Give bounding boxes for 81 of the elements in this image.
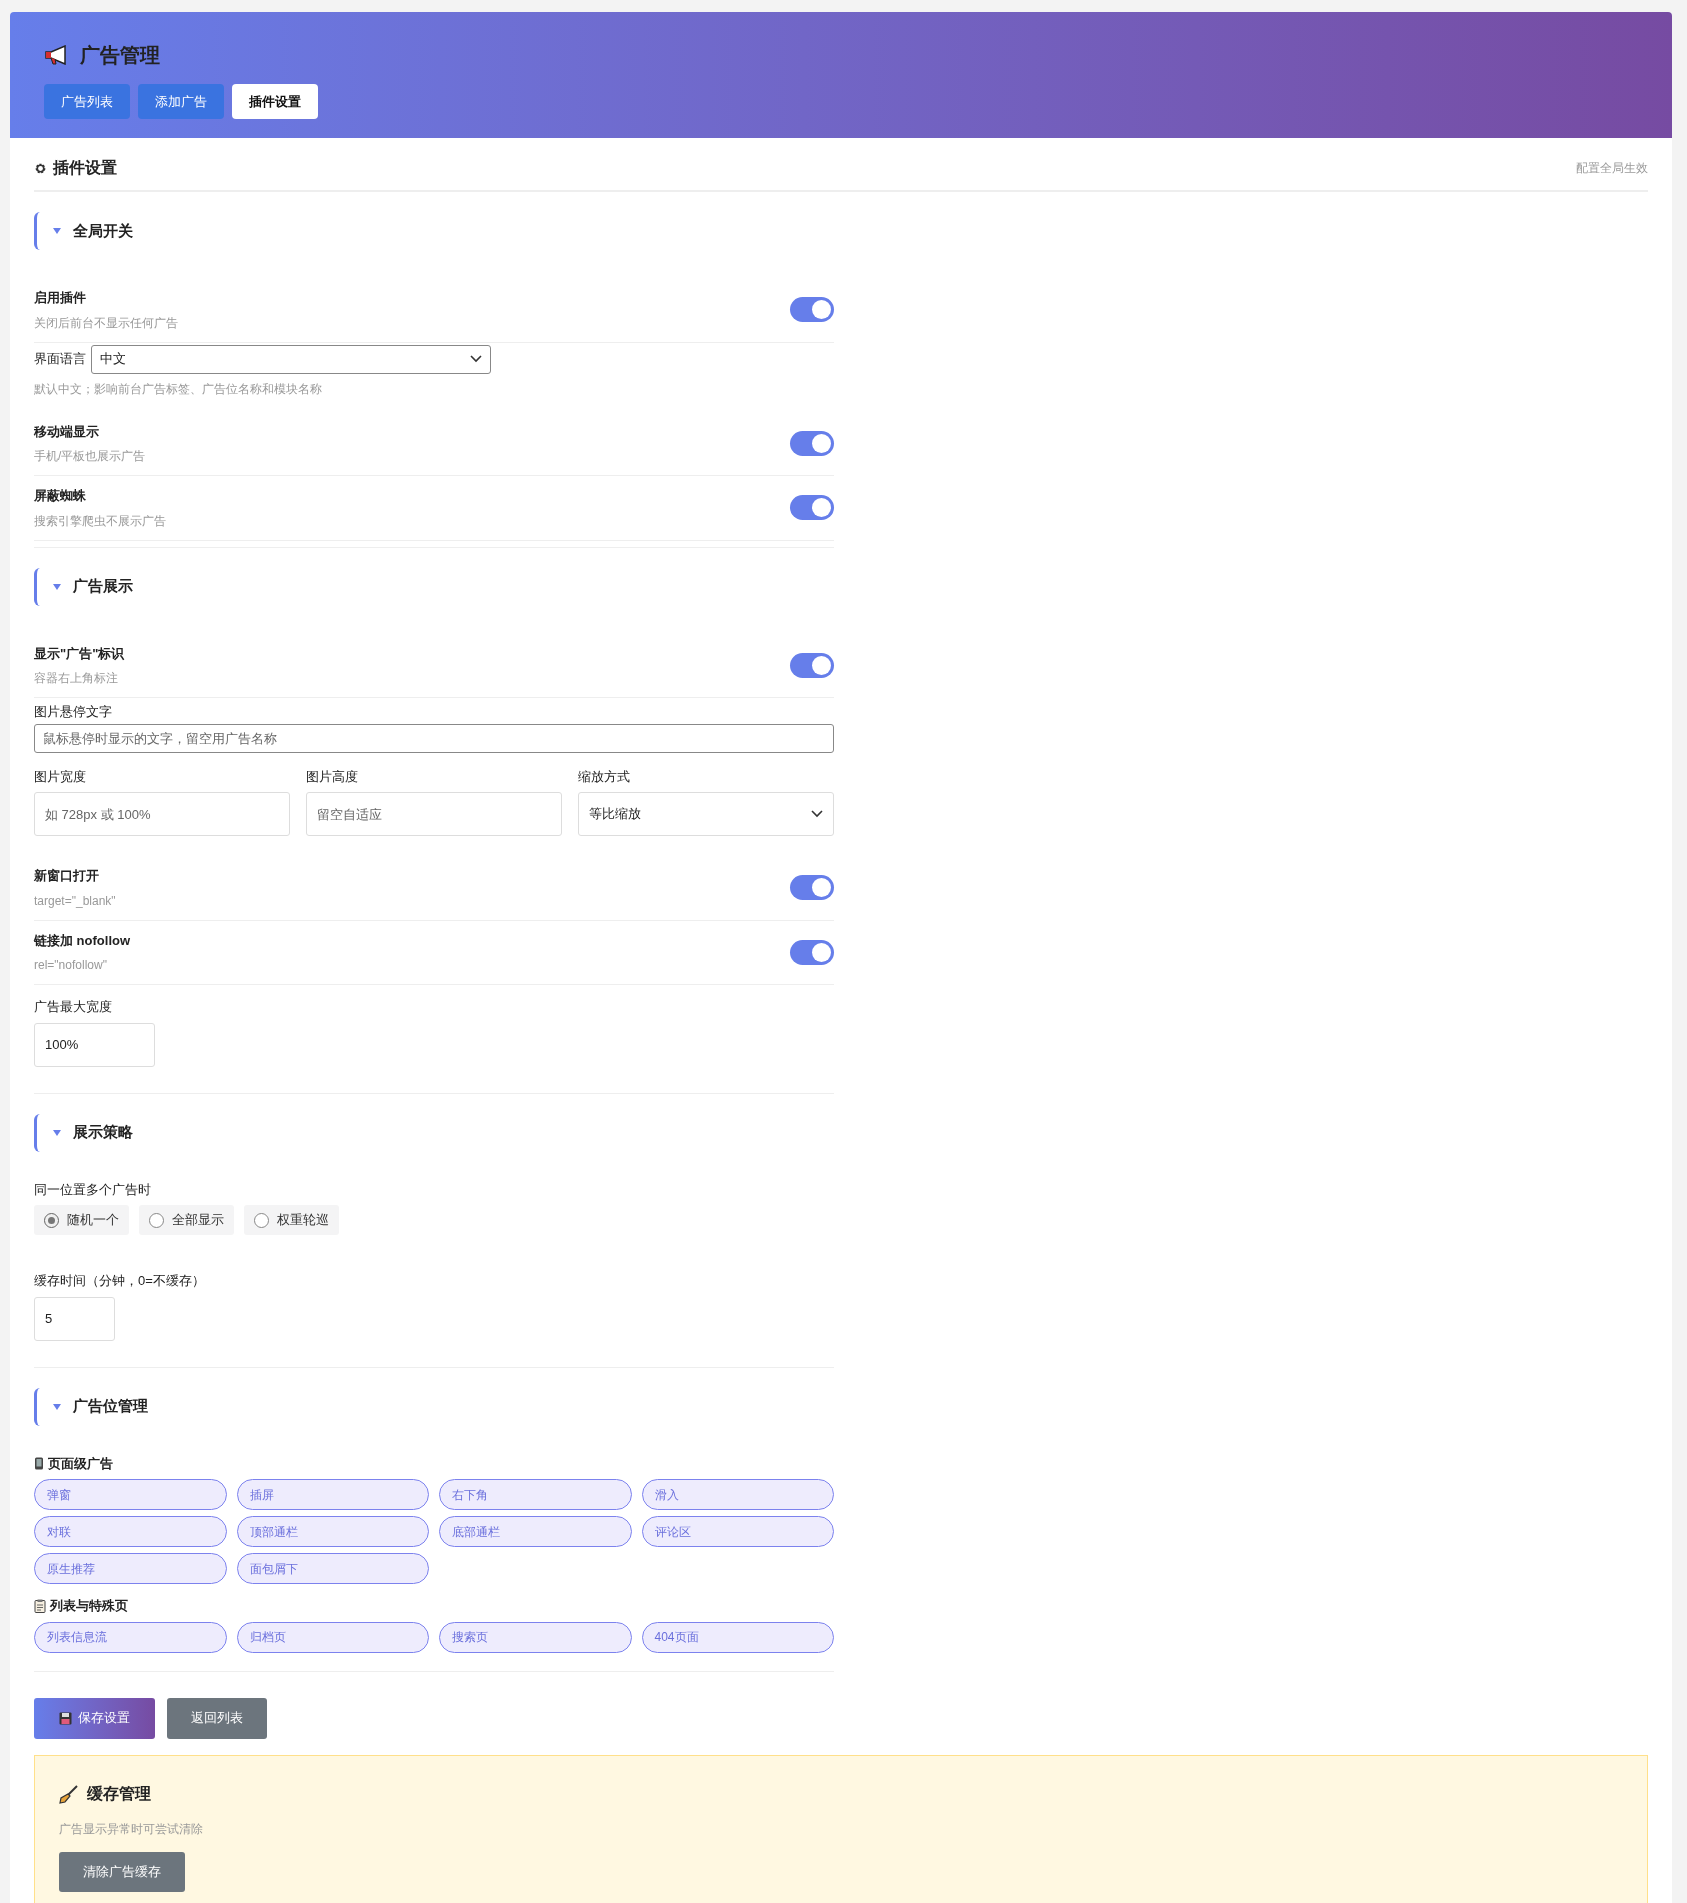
gear-icon xyxy=(34,161,47,175)
chevron-icon xyxy=(811,810,823,818)
radio-option[interactable]: 随机一个 xyxy=(34,1205,129,1235)
setting-label: 链接加 nofollow xyxy=(34,931,131,950)
field-label: 同一位置多个广告时 xyxy=(34,1180,152,1199)
cache-title: 缓存管理 xyxy=(87,1783,151,1804)
toggle-switch[interactable] xyxy=(790,939,834,965)
setting-label: 启用插件 xyxy=(34,289,87,307)
phone-icon xyxy=(34,1456,44,1470)
slot-chip[interactable]: 顶部通栏 xyxy=(236,1516,429,1547)
setting-description: 搜索引擎爬虫不展示广告 xyxy=(34,512,166,530)
slot-chip[interactable]: 插屏 xyxy=(236,1479,429,1510)
setting-description: 关闭后前台不显示任何广告 xyxy=(34,314,178,332)
radio-button[interactable] xyxy=(254,1212,269,1228)
input-field[interactable]: 如 728px 或 100% xyxy=(34,792,290,836)
field-label: 图片悬停文字 xyxy=(34,703,113,721)
slot-chip[interactable]: 列表信息流 xyxy=(34,1621,227,1653)
cache-description: 广告显示异常时可尝试清除 xyxy=(59,1820,204,1838)
input-field[interactable]: 留空自适应 xyxy=(306,792,562,836)
group-label: 页面级广告 xyxy=(48,1454,113,1473)
slot-chip[interactable]: 底部通栏 xyxy=(439,1516,632,1547)
triangle-icon xyxy=(53,1129,61,1136)
field-label: 界面语言 xyxy=(34,350,86,369)
radio-option[interactable]: 权重轮巡 xyxy=(244,1205,339,1235)
save-button[interactable]: 保存设置 xyxy=(34,1697,155,1739)
triangle-icon xyxy=(53,228,61,234)
back-button[interactable]: 返回列表 xyxy=(167,1697,267,1739)
setting-description: 容器右上角标注 xyxy=(34,670,119,687)
broom-icon xyxy=(59,1783,79,1804)
setting-label: 新窗口打开 xyxy=(34,867,100,885)
section-heading: 展示策略 xyxy=(34,1113,834,1152)
slot-chip[interactable]: 404页面 xyxy=(641,1621,834,1653)
panel-note: 配置全局生效 xyxy=(1576,160,1648,177)
triangle-icon xyxy=(53,1403,61,1410)
nav-tab[interactable]: 广告列表 xyxy=(44,84,130,119)
toggle-switch[interactable] xyxy=(790,652,834,678)
slot-chip[interactable]: 滑入 xyxy=(641,1479,834,1510)
page-title: 广告管理 xyxy=(80,43,160,68)
field-label: 缩放方式 xyxy=(578,767,631,786)
setting-label: 屏蔽蜘蛛 xyxy=(34,487,87,505)
triangle-icon xyxy=(53,583,61,590)
hover-text-field[interactable]: 鼠标悬停时显示的文字，留空用广告名称 xyxy=(34,723,834,753)
select-field[interactable]: 等比缩放 xyxy=(578,792,834,836)
slot-chip[interactable]: 弹窗 xyxy=(34,1479,227,1510)
slot-chip[interactable]: 原生推荐 xyxy=(34,1553,227,1584)
setting-description: 手机/平板也展示广告 xyxy=(34,448,146,465)
toggle-switch[interactable] xyxy=(790,875,834,901)
field-label: 图片高度 xyxy=(306,767,359,786)
slot-chip[interactable]: 评论区 xyxy=(641,1516,834,1547)
radio-option[interactable]: 全部显示 xyxy=(139,1205,234,1235)
setting-label: 移动端显示 xyxy=(34,422,100,441)
input-field[interactable]: 5 xyxy=(34,1296,115,1341)
chevron-icon xyxy=(470,355,482,363)
section-heading: 全局开关 xyxy=(34,212,834,250)
setting-description: rel="nofollow" xyxy=(34,957,108,974)
slot-chip[interactable]: 右下角 xyxy=(439,1479,632,1510)
section-heading: 广告位管理 xyxy=(34,1387,834,1426)
slot-chip[interactable]: 对联 xyxy=(34,1516,227,1547)
toggle-switch[interactable] xyxy=(790,495,834,521)
field-label: 缓存时间（分钟，0=不缓存） xyxy=(34,1272,206,1290)
slot-chip[interactable]: 面包屑下 xyxy=(236,1553,429,1584)
setting-label: 显示"广告"标识 xyxy=(34,644,125,663)
input-field[interactable]: 100% xyxy=(34,1022,155,1067)
nav-tab[interactable]: 插件设置 xyxy=(232,84,318,119)
toggle-switch[interactable] xyxy=(790,430,834,456)
clear-cache-button[interactable]: 清除广告缓存 xyxy=(59,1851,185,1892)
field-label: 广告最大宽度 xyxy=(34,998,113,1016)
radio-button[interactable] xyxy=(149,1212,164,1228)
setting-description: target="_blank" xyxy=(34,892,116,910)
clipboard-icon xyxy=(34,1598,46,1613)
panel-title: 插件设置 xyxy=(53,158,117,178)
slot-chip[interactable]: 归档页 xyxy=(236,1621,429,1653)
field-hint: 默认中文；影响前台广告标签、广告位名称和模块名称 xyxy=(34,380,323,398)
nav-tab[interactable]: 添加广告 xyxy=(138,84,224,119)
section-heading: 广告展示 xyxy=(34,567,834,606)
language-select[interactable]: 中文 xyxy=(91,344,491,374)
slot-chip[interactable]: 搜索页 xyxy=(439,1621,632,1653)
field-label: 图片宽度 xyxy=(34,767,87,786)
toggle-switch[interactable] xyxy=(790,297,834,323)
group-label: 列表与特殊页 xyxy=(50,1597,128,1615)
radio-button[interactable] xyxy=(44,1212,59,1228)
